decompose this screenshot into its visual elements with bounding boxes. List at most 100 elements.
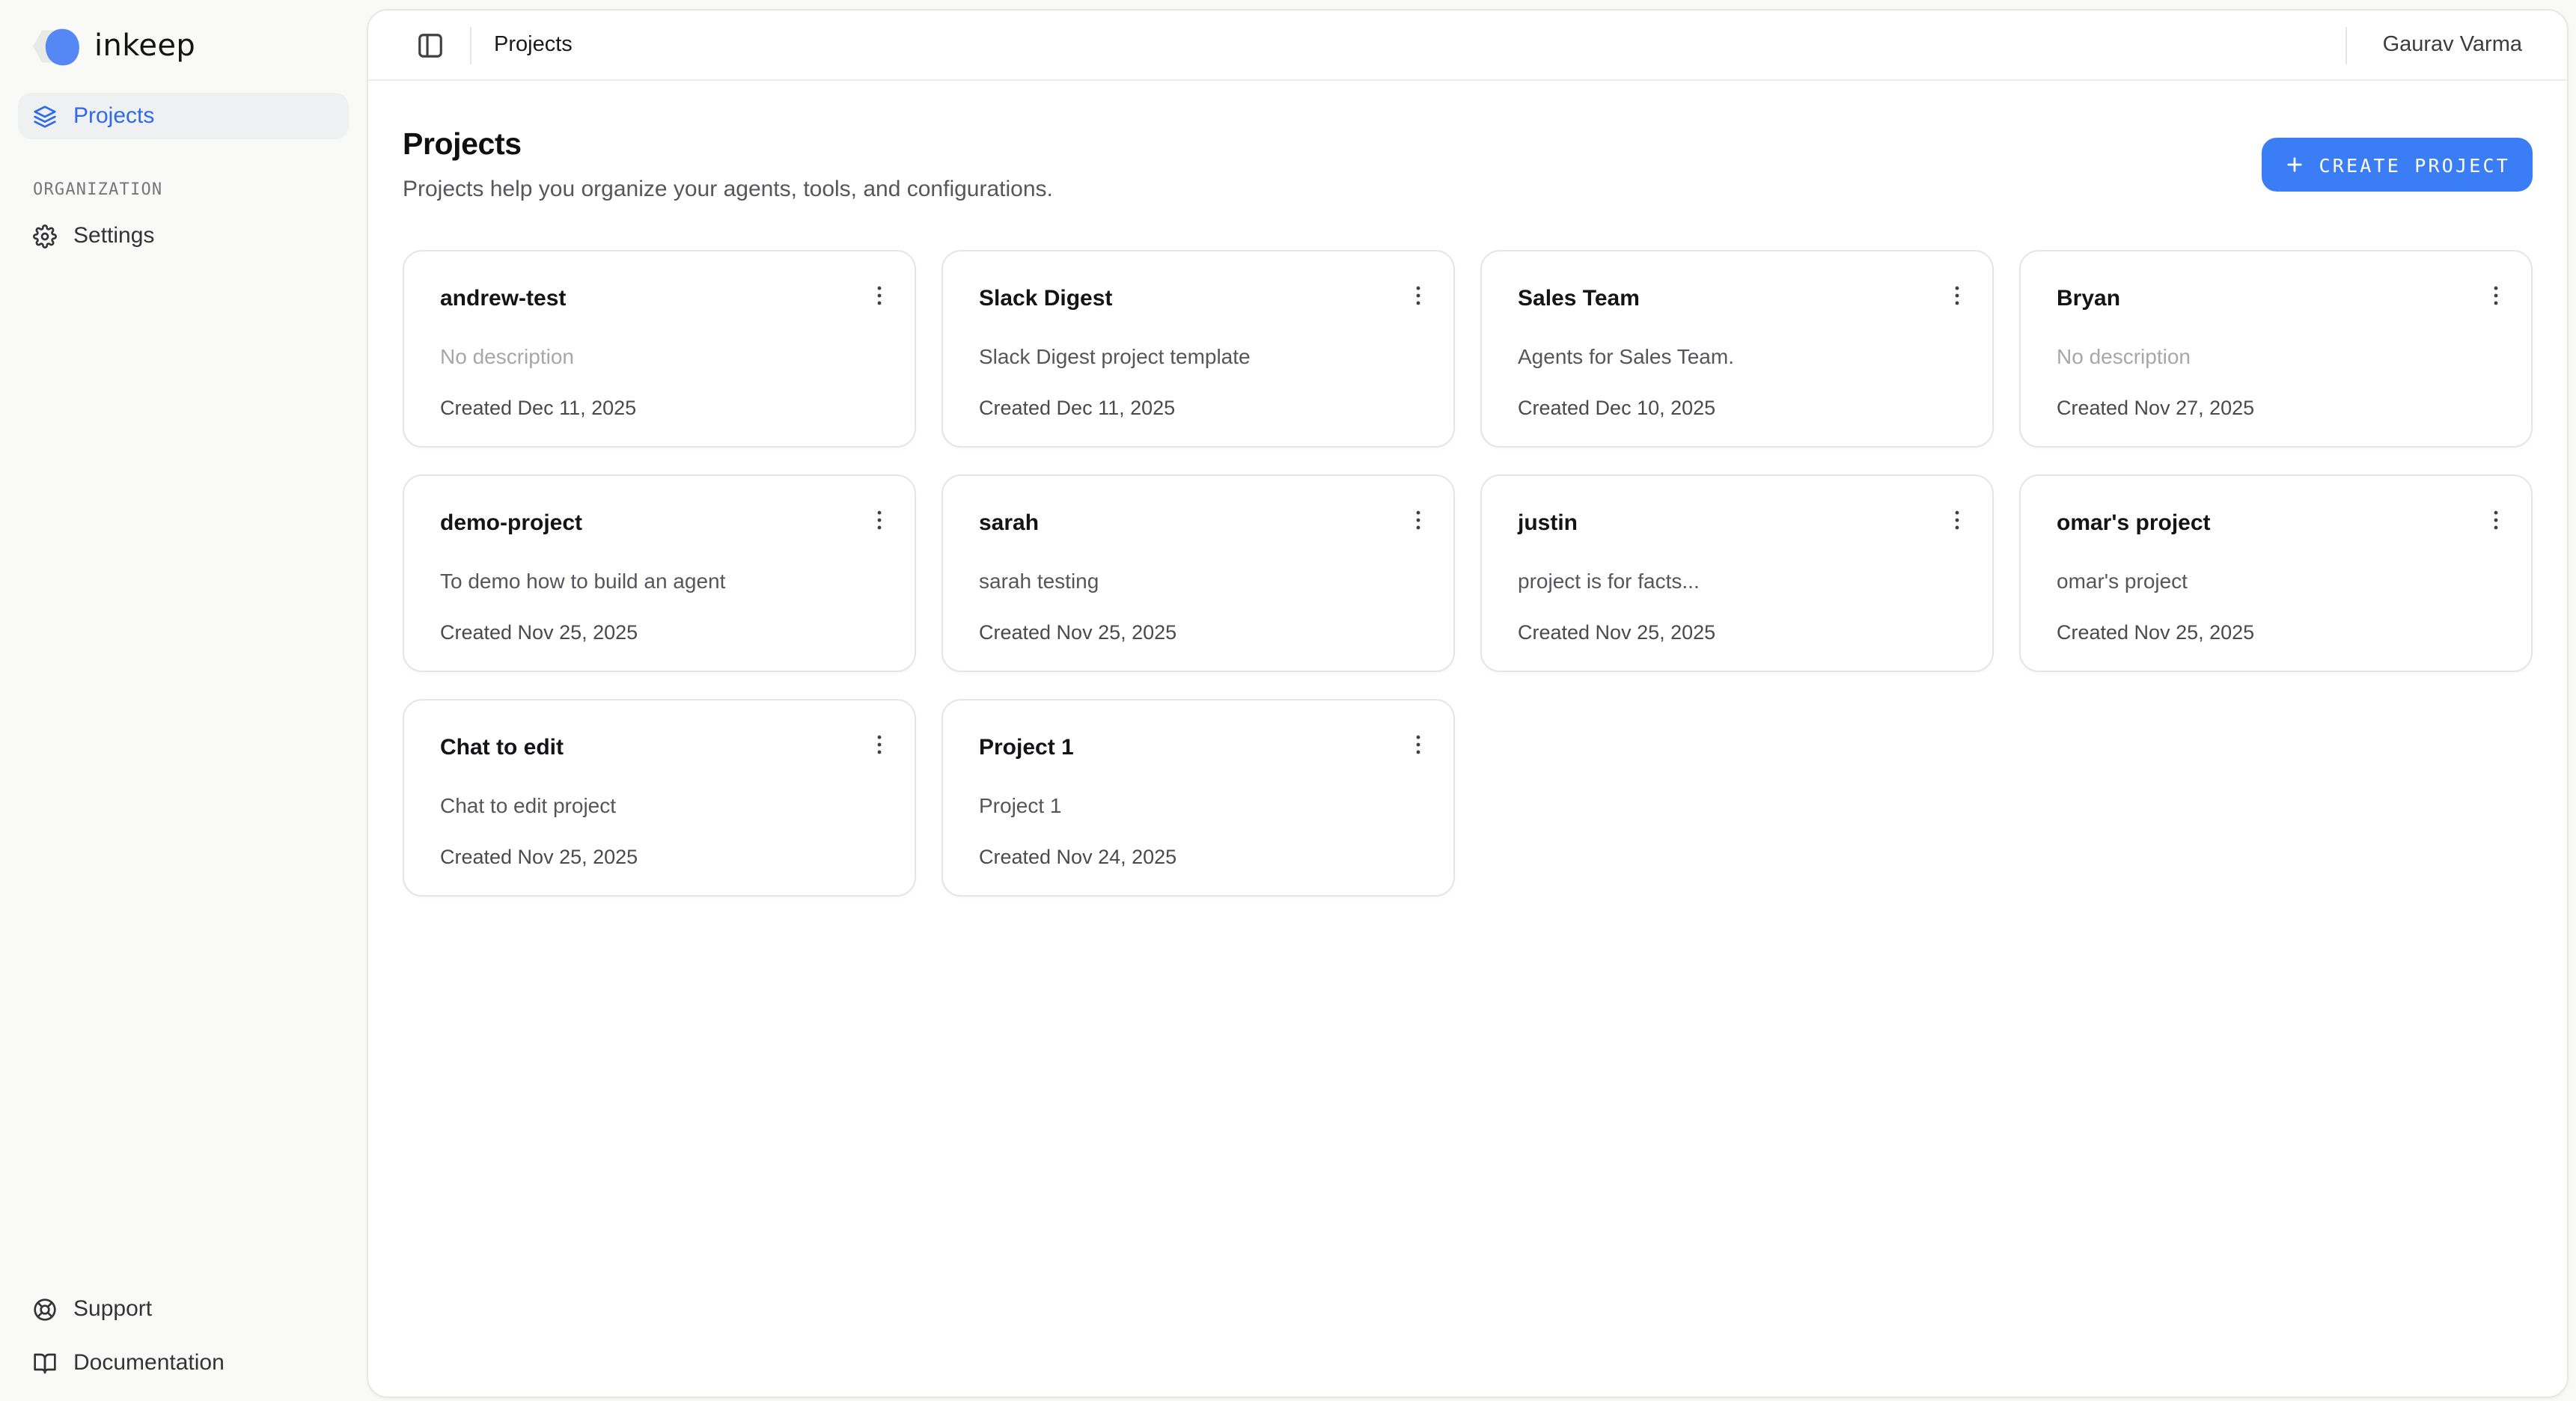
- page-title: Projects: [403, 127, 1053, 163]
- kebab-menu-icon: [1944, 283, 1970, 308]
- sidebar: inkeep Projects ORGANIZATION: [0, 0, 367, 1401]
- project-card-header: demo-project: [440, 509, 888, 537]
- gear-icon: [33, 224, 57, 248]
- project-menu-button[interactable]: [1943, 281, 1971, 310]
- project-card-header: sarah: [979, 509, 1426, 537]
- project-description: No description: [440, 344, 888, 370]
- project-created-date: Created Nov 25, 2025: [2057, 621, 2504, 645]
- kebab-menu-icon: [867, 507, 892, 533]
- projects-grid: andrew-test No description Created Dec 1…: [403, 250, 2533, 897]
- project-card-header: justin: [1518, 509, 1965, 537]
- page-subtitle: Projects help you organize your agents, …: [403, 177, 1053, 202]
- project-name: justin: [1518, 509, 1578, 537]
- project-created-date: Created Nov 25, 2025: [440, 846, 888, 870]
- breadcrumb: Projects: [494, 33, 573, 57]
- sidebar-item-projects[interactable]: Projects: [18, 93, 349, 139]
- project-menu-button[interactable]: [1404, 506, 1432, 534]
- kebab-menu-icon: [867, 732, 892, 757]
- sidebar-toggle-button[interactable]: [413, 28, 448, 62]
- project-name: Chat to edit: [440, 733, 564, 762]
- project-description: No description: [2057, 344, 2504, 370]
- project-created-date: Created Nov 25, 2025: [1518, 621, 1965, 645]
- create-project-label: CREATE PROJECT: [2319, 153, 2510, 176]
- page-header: Projects Projects help you organize your…: [403, 127, 2533, 202]
- sidebar-item-label: Support: [73, 1296, 152, 1322]
- inkeep-logo[interactable]: inkeep: [0, 0, 367, 69]
- project-name: Slack Digest: [979, 284, 1112, 313]
- project-description: Project 1: [979, 793, 1426, 819]
- inkeep-logo-icon: [30, 24, 81, 69]
- project-card-header: Chat to edit: [440, 733, 888, 762]
- project-menu-button[interactable]: [1404, 730, 1432, 759]
- project-description: Chat to edit project: [440, 793, 888, 819]
- project-card-header: Project 1: [979, 733, 1426, 762]
- sidebar-item-label: Projects: [73, 103, 154, 129]
- sidebar-section-organization: ORGANIZATION: [0, 139, 367, 213]
- project-card[interactable]: Bryan No description Created Nov 27, 202…: [2019, 250, 2533, 448]
- project-created-date: Created Nov 25, 2025: [979, 621, 1426, 645]
- kebab-menu-icon: [2483, 283, 2509, 308]
- project-card[interactable]: justin project is for facts... Created N…: [1480, 474, 1994, 672]
- project-menu-button[interactable]: [2482, 506, 2510, 534]
- project-name: andrew-test: [440, 284, 566, 313]
- project-card[interactable]: andrew-test No description Created Dec 1…: [403, 250, 916, 448]
- project-menu-button[interactable]: [1943, 506, 1971, 534]
- panel-left-icon: [416, 31, 445, 59]
- project-card[interactable]: sarah sarah testing Created Nov 25, 2025: [941, 474, 1455, 672]
- project-name: omar's project: [2057, 509, 2211, 537]
- page-header-text: Projects Projects help you organize your…: [403, 127, 1053, 202]
- project-card[interactable]: Sales Team Agents for Sales Team. Create…: [1480, 250, 1994, 448]
- user-menu[interactable]: Gaurav Varma: [2383, 33, 2522, 57]
- sidebar-org-nav: Settings: [0, 213, 367, 259]
- project-created-date: Created Nov 24, 2025: [979, 846, 1426, 870]
- project-card-header: Bryan: [2057, 284, 2504, 313]
- project-name: Sales Team: [1518, 284, 1640, 313]
- project-created-date: Created Dec 10, 2025: [1518, 397, 1965, 421]
- kebab-menu-icon: [2483, 507, 2509, 533]
- kebab-menu-icon: [1405, 507, 1431, 533]
- project-menu-button[interactable]: [2482, 281, 2510, 310]
- kebab-menu-icon: [1944, 507, 1970, 533]
- project-card-header: Slack Digest: [979, 284, 1426, 313]
- project-card-header: Sales Team: [1518, 284, 1965, 313]
- project-card-header: andrew-test: [440, 284, 888, 313]
- project-card-header: omar's project: [2057, 509, 2504, 537]
- project-name: sarah: [979, 509, 1039, 537]
- project-card[interactable]: demo-project To demo how to build an age…: [403, 474, 916, 672]
- book-open-icon: [33, 1351, 57, 1375]
- kebab-menu-icon: [1405, 283, 1431, 308]
- sidebar-footer: Support Documentation: [0, 1286, 367, 1401]
- topbar: Projects Gaurav Varma: [368, 10, 2567, 81]
- project-menu-button[interactable]: [865, 730, 894, 759]
- topbar-divider: [470, 26, 471, 64]
- main-panel: Projects Gaurav Varma Projects Projects …: [367, 9, 2569, 1398]
- project-menu-button[interactable]: [865, 281, 894, 310]
- project-description: To demo how to build an agent: [440, 569, 888, 594]
- kebab-menu-icon: [1405, 732, 1431, 757]
- sidebar-item-documentation[interactable]: Documentation: [18, 1340, 349, 1386]
- project-created-date: Created Dec 11, 2025: [440, 397, 888, 421]
- create-project-button[interactable]: CREATE PROJECT: [2262, 138, 2533, 192]
- project-name: Project 1: [979, 733, 1074, 762]
- project-name: demo-project: [440, 509, 582, 537]
- plus-icon: [2284, 154, 2305, 175]
- sidebar-item-settings[interactable]: Settings: [18, 213, 349, 259]
- sidebar-item-label: Settings: [73, 223, 154, 248]
- app-viewport: inkeep Projects ORGANIZATION: [0, 0, 2576, 1401]
- kebab-menu-icon: [867, 283, 892, 308]
- projects-page: Projects Projects help you organize your…: [368, 81, 2567, 897]
- layers-icon: [33, 104, 57, 128]
- project-menu-button[interactable]: [865, 506, 894, 534]
- sidebar-item-support[interactable]: Support: [18, 1286, 349, 1332]
- project-card[interactable]: Chat to edit Chat to edit project Create…: [403, 699, 916, 897]
- project-card[interactable]: Project 1 Project 1 Created Nov 24, 2025: [941, 699, 1455, 897]
- life-buoy-icon: [33, 1297, 57, 1321]
- project-card[interactable]: omar's project omar's project Created No…: [2019, 474, 2533, 672]
- project-card[interactable]: Slack Digest Slack Digest project templa…: [941, 250, 1455, 448]
- project-description: Slack Digest project template: [979, 344, 1426, 370]
- project-menu-button[interactable]: [1404, 281, 1432, 310]
- project-name: Bryan: [2057, 284, 2120, 313]
- sidebar-item-label: Documentation: [73, 1350, 225, 1376]
- project-created-date: Created Dec 11, 2025: [979, 397, 1426, 421]
- topbar-user-divider: [2345, 26, 2347, 64]
